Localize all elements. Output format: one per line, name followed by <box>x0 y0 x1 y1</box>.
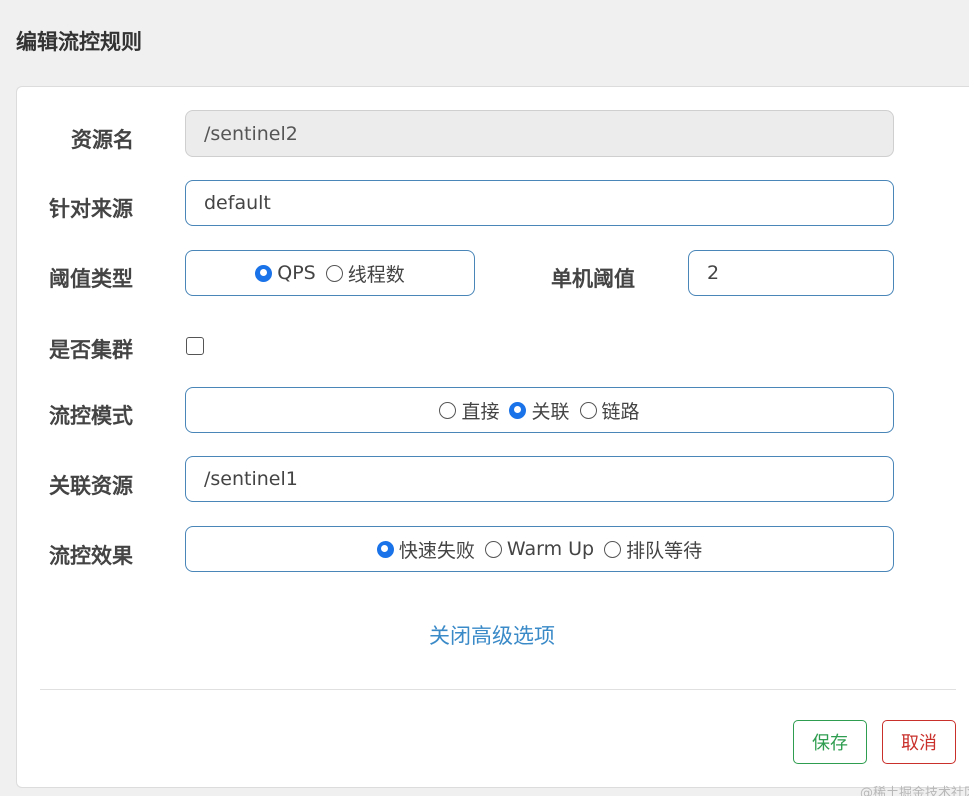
dialog-title: 编辑流控规则 <box>16 30 142 54</box>
radio-unchecked-icon[interactable] <box>579 401 597 419</box>
strategy-option-chain[interactable]: 链路 <box>579 397 640 424</box>
limit-app-label: 针对来源 <box>49 197 133 221</box>
threshold-input[interactable]: 2 <box>688 250 894 296</box>
ref-resource-label: 关联资源 <box>49 474 133 498</box>
behavior-option-label: Warm Up <box>506 538 595 560</box>
grade-option-thread[interactable]: 线程数 <box>325 260 405 287</box>
behavior-option-fail-fast[interactable]: 快速失败 <box>376 536 475 563</box>
strategy-option-label: 关联 <box>531 400 570 423</box>
strategy-option-direct[interactable]: 直接 <box>439 397 499 424</box>
radio-unchecked-icon[interactable] <box>484 540 502 558</box>
behavior-option-queue[interactable]: 排队等待 <box>604 536 702 563</box>
resource-name-input: /sentinel2 <box>185 110 894 157</box>
behavior-option-label: 排队等待 <box>626 539 703 562</box>
strategy-radio-group: 直接 关联 链路 <box>185 387 894 433</box>
grade-label: 阈值类型 <box>49 267 133 291</box>
grade-option-qps[interactable]: QPS <box>255 262 316 284</box>
strategy-label: 流控模式 <box>49 404 133 428</box>
radio-unchecked-icon[interactable] <box>439 401 457 419</box>
strategy-option-label: 链路 <box>601 400 640 423</box>
control-behavior-radio-group: 快速失败 Warm Up 排队等待 <box>185 526 894 572</box>
strategy-option-label: 直接 <box>461 400 500 423</box>
resource-name-label: 资源名 <box>71 128 134 152</box>
radio-checked-icon[interactable] <box>255 264 273 282</box>
strategy-option-relate[interactable]: 关联 <box>509 397 570 424</box>
ref-resource-input[interactable]: /sentinel1 <box>185 456 894 502</box>
radio-checked-icon[interactable] <box>509 401 527 419</box>
cluster-checkbox[interactable] <box>186 337 204 355</box>
threshold-label: 单机阈值 <box>551 267 635 291</box>
limit-app-input[interactable]: default <box>185 180 894 226</box>
radio-checked-icon[interactable] <box>376 540 394 558</box>
grade-option-label: QPS <box>277 262 316 284</box>
save-button[interactable]: 保存 <box>793 720 867 764</box>
grade-option-label: 线程数 <box>347 263 405 286</box>
close-advanced-options-link[interactable]: 关闭高级选项 <box>429 620 555 650</box>
cancel-button[interactable]: 取消 <box>882 720 956 764</box>
control-behavior-label: 流控效果 <box>49 544 133 568</box>
cluster-label: 是否集群 <box>49 338 133 362</box>
grade-radio-group: QPS 线程数 <box>185 250 475 296</box>
behavior-option-warm-up[interactable]: Warm Up <box>484 538 595 560</box>
behavior-option-label: 快速失败 <box>398 539 475 562</box>
footer-divider <box>40 689 956 690</box>
radio-unchecked-icon[interactable] <box>325 264 343 282</box>
watermark: @稀土掘金技术社区 <box>860 786 969 796</box>
radio-unchecked-icon[interactable] <box>604 540 622 558</box>
